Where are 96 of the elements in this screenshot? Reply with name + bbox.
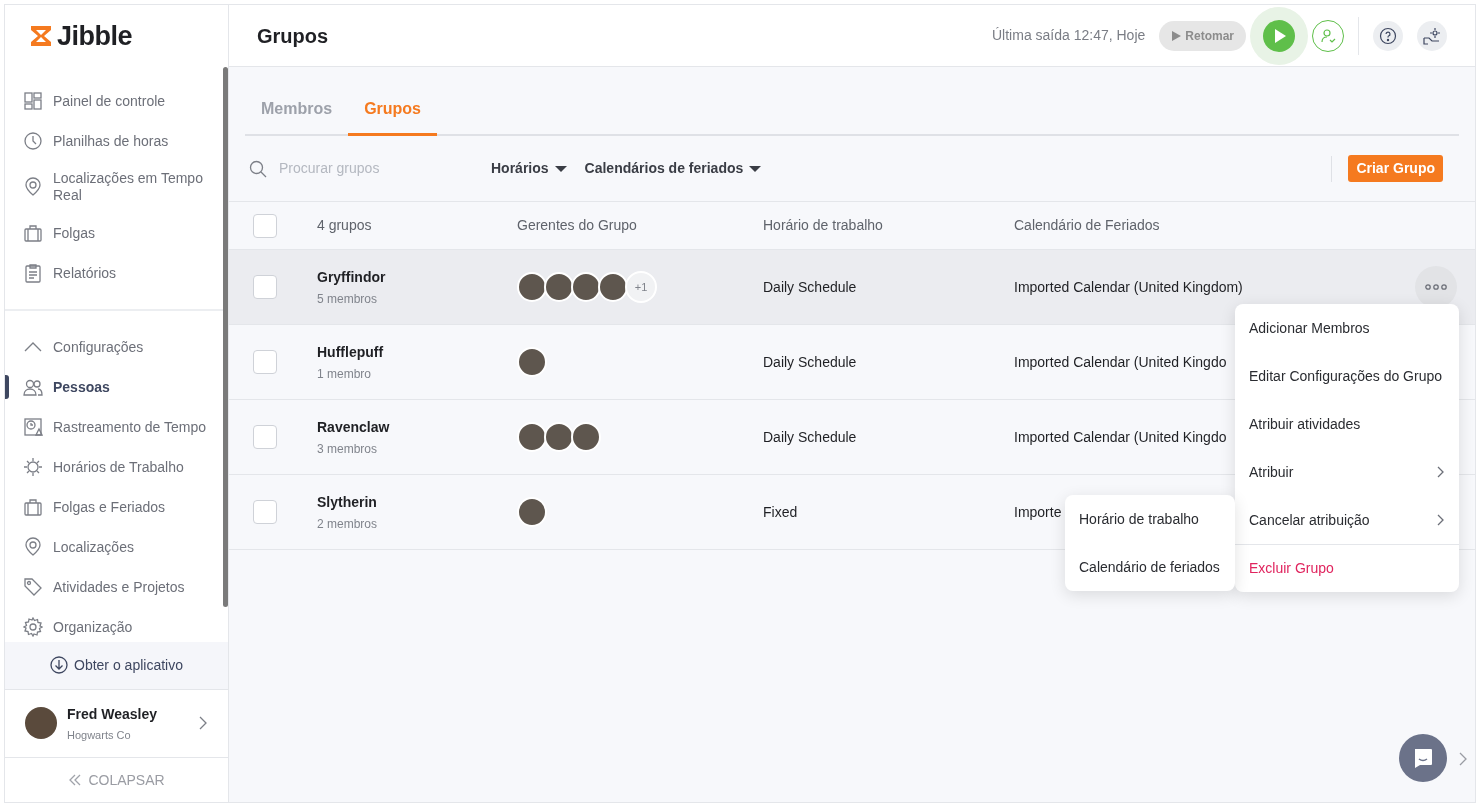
avatar-placeholder bbox=[517, 497, 547, 527]
search-icon bbox=[249, 159, 267, 178]
user-name: Fred Weasley bbox=[67, 704, 157, 724]
clipboard-icon bbox=[23, 263, 43, 283]
sidebar-item[interactable]: Localizações em Tempo Real bbox=[5, 161, 228, 213]
scrollbar[interactable] bbox=[223, 67, 228, 607]
location-pin-icon bbox=[23, 177, 43, 197]
calendar-cell-text: Importe bbox=[1014, 502, 1062, 522]
user-check-icon bbox=[1320, 27, 1336, 44]
tag-icon bbox=[23, 577, 43, 597]
chevron-right-icon bbox=[1437, 466, 1445, 478]
sidebar-item[interactable]: Folgas e Feriados bbox=[5, 487, 228, 527]
column-header: 4 grupos bbox=[317, 216, 373, 235]
page-title: Grupos bbox=[257, 23, 329, 49]
filter-dropdown[interactable]: Calendários de feriados bbox=[584, 158, 762, 179]
avatar-placeholder bbox=[517, 272, 547, 302]
chat-icon bbox=[1412, 747, 1434, 769]
company-name: Hogwarts Co bbox=[67, 727, 132, 743]
schedule-cell-text: Daily Schedule bbox=[763, 427, 858, 447]
user-check-button[interactable] bbox=[1312, 19, 1344, 52]
hourglass-logo-icon bbox=[29, 24, 53, 48]
menu-item[interactable]: Cancelar atribuição bbox=[1235, 496, 1459, 544]
sun-icon bbox=[23, 457, 43, 477]
last-clock-out-text: Última saída 12:47, Hoje bbox=[992, 26, 1146, 45]
chat-button[interactable] bbox=[1399, 734, 1447, 782]
clock-warning-icon bbox=[23, 417, 43, 437]
play-icon bbox=[1171, 30, 1182, 41]
gear-icon bbox=[23, 617, 43, 637]
location-pin-icon bbox=[23, 537, 43, 557]
sidebar-item[interactable]: Painel de controle bbox=[5, 81, 228, 121]
schedule-cell-text: Daily Schedule bbox=[763, 277, 858, 297]
row-checkbox[interactable] bbox=[253, 350, 277, 374]
sidebar-item[interactable]: Planilhas de horas bbox=[5, 121, 228, 161]
column-header: Horário de trabalho bbox=[763, 216, 884, 235]
sidebar-item[interactable]: Localizações bbox=[5, 527, 228, 567]
column-header: Gerentes do Grupo bbox=[517, 216, 638, 235]
sidebar-item[interactable]: Pessoas bbox=[5, 367, 228, 407]
calendar-cell-text: Imported Calendar (United Kingdo bbox=[1014, 427, 1227, 447]
download-icon bbox=[50, 656, 68, 674]
filter-dropdown[interactable]: Horários bbox=[491, 158, 567, 179]
caret-down-icon bbox=[749, 164, 762, 173]
avatar-placeholder bbox=[571, 422, 601, 452]
avatar-placeholder bbox=[517, 347, 547, 377]
schedule-cell-text: Fixed bbox=[763, 502, 799, 522]
get-app-link[interactable]: Obter o aplicativo bbox=[5, 641, 228, 690]
select-all-checkbox[interactable] bbox=[253, 213, 277, 238]
member-count: 2 membros bbox=[317, 515, 379, 533]
more-managers-badge: +1 bbox=[625, 271, 657, 303]
menu-item[interactable]: Editar Configurações do Grupo bbox=[1235, 352, 1459, 400]
avatar-placeholder bbox=[517, 422, 547, 452]
double-chevron-left-icon bbox=[68, 774, 83, 786]
member-count: 5 membros bbox=[317, 290, 379, 308]
sidebar-item[interactable]: Horários de Trabalho bbox=[5, 447, 228, 487]
grid-icon bbox=[23, 91, 43, 111]
column-header: Calendário de Feriados bbox=[1014, 216, 1160, 235]
chevron-right-icon bbox=[198, 715, 208, 732]
row-checkbox[interactable] bbox=[253, 425, 277, 449]
settings-button[interactable] bbox=[1417, 20, 1447, 51]
member-count: 1 membro bbox=[317, 365, 373, 383]
avatar-placeholder bbox=[598, 272, 628, 302]
sidebar-item[interactable]: Atividades e Projetos bbox=[5, 567, 228, 607]
search-field[interactable]: Procurar grupos bbox=[277, 157, 477, 180]
row-checkbox[interactable] bbox=[253, 275, 277, 299]
group-name[interactable]: Ravenclaw bbox=[317, 416, 517, 438]
group-name[interactable]: Hufflepuff bbox=[317, 341, 517, 363]
suitcase-icon bbox=[23, 497, 43, 517]
group-name[interactable]: Gryffindor bbox=[317, 266, 517, 288]
menu-item[interactable]: Atribuir atividades bbox=[1235, 400, 1459, 448]
play-icon bbox=[1263, 19, 1295, 52]
calendar-cell-text: Imported Calendar (United Kingdo bbox=[1014, 352, 1227, 372]
clock-icon bbox=[23, 131, 43, 151]
suitcase-icon bbox=[23, 223, 43, 243]
settings-toggle[interactable]: Configurações bbox=[5, 327, 228, 367]
avatar-placeholder bbox=[571, 272, 601, 302]
logo-text: Jibble bbox=[57, 19, 133, 53]
help-icon bbox=[1379, 26, 1397, 45]
hand-gear-icon bbox=[1423, 26, 1441, 45]
sidebar-item[interactable]: Organização bbox=[5, 607, 228, 642]
more-icon bbox=[1425, 284, 1447, 290]
submenu-item[interactable]: Horário de trabalho bbox=[1065, 495, 1235, 543]
avatar-placeholder bbox=[25, 707, 57, 740]
member-count: 3 membros bbox=[317, 440, 379, 458]
calendar-cell-text: Imported Calendar (United Kingdom) bbox=[1014, 277, 1243, 297]
help-button[interactable] bbox=[1373, 20, 1403, 51]
avatar-placeholder bbox=[544, 422, 574, 452]
row-checkbox[interactable] bbox=[253, 500, 277, 524]
sidebar-item[interactable]: Folgas bbox=[5, 213, 228, 253]
sidebar-item[interactable]: Rastreamento de Tempo bbox=[5, 407, 228, 447]
sidebar-item[interactable]: Relatórios bbox=[5, 253, 228, 293]
chevron-right-icon bbox=[1459, 752, 1467, 766]
group-name[interactable]: Slytherin bbox=[317, 491, 517, 513]
avatar-placeholder bbox=[544, 272, 574, 302]
schedule-cell-text: Daily Schedule bbox=[763, 352, 858, 372]
caret-down-icon bbox=[554, 164, 567, 173]
people-icon bbox=[23, 377, 43, 397]
chevron-right-icon bbox=[1437, 514, 1445, 526]
